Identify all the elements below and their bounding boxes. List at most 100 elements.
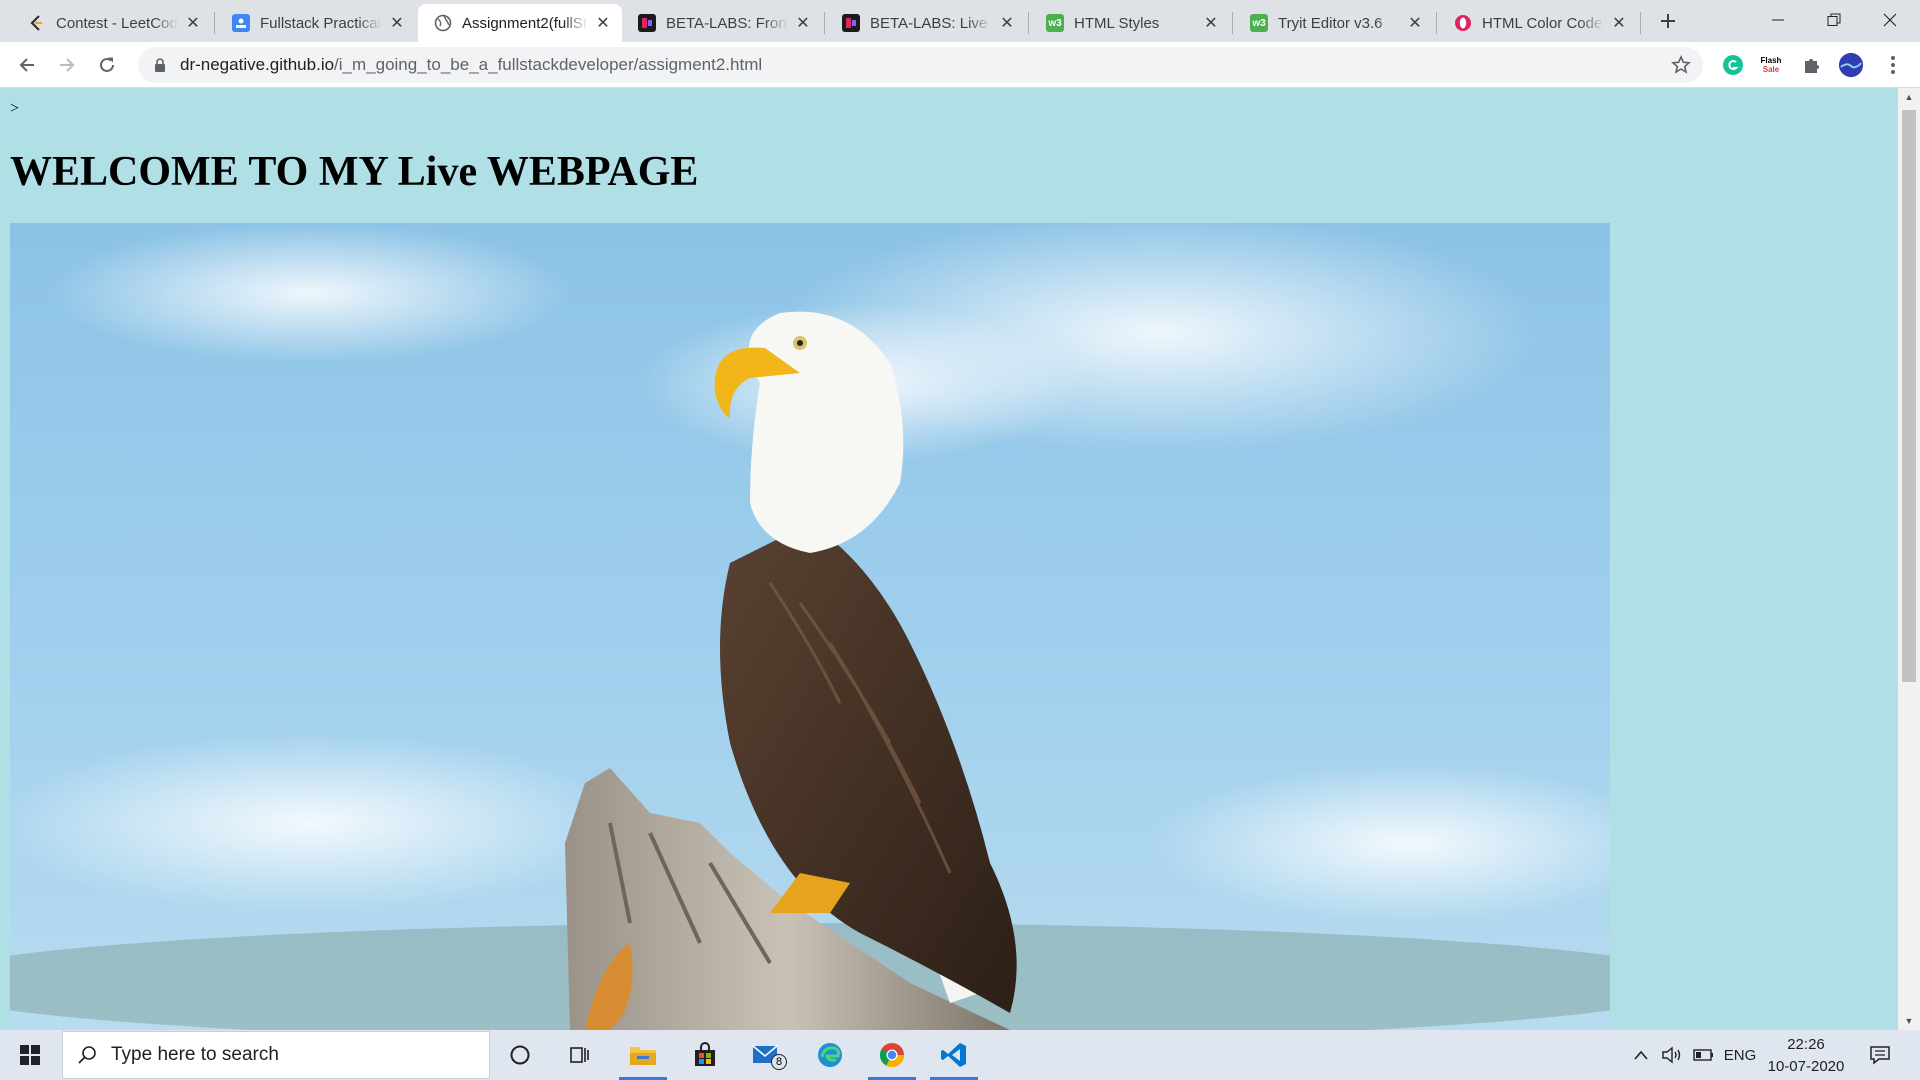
forward-button[interactable]: [51, 49, 83, 81]
reload-button[interactable]: [91, 49, 123, 81]
betalabs-icon: [638, 14, 656, 32]
store-icon: [695, 1042, 715, 1066]
close-icon[interactable]: ✕: [184, 14, 202, 32]
action-center-button[interactable]: [1862, 1030, 1898, 1080]
close-icon[interactable]: ✕: [1202, 14, 1220, 32]
volume-button[interactable]: [1658, 1030, 1686, 1080]
search-icon: [78, 1046, 96, 1064]
speaker-icon: [1662, 1046, 1681, 1064]
w3schools-icon: w3: [1046, 14, 1064, 32]
tab-title: Tryit Editor v3.6: [1278, 14, 1383, 32]
vertical-scrollbar[interactable]: ▲ ▼: [1898, 88, 1920, 1030]
tab-title: Fullstack Practical-: [260, 14, 382, 32]
new-tab-button[interactable]: [1653, 6, 1683, 36]
tab-assignment2[interactable]: Assignment2(fullSt ✕: [418, 4, 622, 42]
tab-title: Contest - LeetCode: [56, 14, 178, 32]
cortana-button[interactable]: [490, 1030, 550, 1080]
tab-title: BETA-LABS: Front-: [666, 14, 788, 32]
back-button[interactable]: [11, 49, 43, 81]
windows-taskbar: Type here to search 8 ENG 22:26 10-07-20…: [0, 1030, 1920, 1080]
close-icon[interactable]: ✕: [998, 14, 1016, 32]
close-icon[interactable]: ✕: [1406, 14, 1424, 32]
scroll-down-icon[interactable]: ▼: [1898, 1012, 1920, 1030]
tab-tryit-editor[interactable]: w3 Tryit Editor v3.6 ✕: [1234, 4, 1434, 42]
bookmark-star-icon[interactable]: [1671, 55, 1691, 75]
scrollbar-thumb[interactable]: [1902, 110, 1916, 682]
profile-avatar[interactable]: [1838, 52, 1864, 78]
close-icon[interactable]: ✕: [594, 14, 612, 32]
chrome-icon: [879, 1043, 904, 1068]
restore-icon: [1827, 13, 1841, 26]
file-explorer-button[interactable]: [613, 1030, 673, 1080]
clock-date: 10-07-2020: [1767, 1058, 1845, 1075]
vscode-icon: [941, 1043, 966, 1067]
language-indicator[interactable]: ENG: [1722, 1030, 1758, 1080]
cortana-icon: [510, 1045, 530, 1065]
restore-button[interactable]: [1806, 0, 1862, 40]
task-view-icon: [570, 1047, 589, 1063]
arrow-right-icon: [60, 58, 75, 72]
flash-sale-icon[interactable]: Flash Sale: [1758, 52, 1784, 78]
close-icon[interactable]: ✕: [1610, 14, 1628, 32]
leetcode-icon: [28, 14, 46, 32]
minimize-button[interactable]: [1750, 0, 1806, 40]
menu-icon[interactable]: [1880, 52, 1906, 78]
puzzle-icon[interactable]: [1799, 52, 1825, 78]
close-icon[interactable]: ✕: [794, 14, 812, 32]
battery-icon: [1693, 1049, 1713, 1061]
edge-icon: [818, 1043, 842, 1067]
scroll-up-icon[interactable]: ▲: [1898, 88, 1920, 106]
notification-icon: [1870, 1046, 1890, 1065]
tab-betalabs-front[interactable]: BETA-LABS: Front- ✕: [622, 4, 822, 42]
microsoft-store-button[interactable]: [675, 1030, 735, 1080]
show-hidden-icons-button[interactable]: [1628, 1030, 1654, 1080]
tab-separator: [214, 12, 215, 34]
tab-separator: [1232, 12, 1233, 34]
arrow-left-icon: [19, 58, 34, 72]
search-placeholder: Type here to search: [111, 1044, 279, 1065]
close-window-button[interactable]: [1862, 0, 1918, 40]
chrome-button[interactable]: [862, 1030, 922, 1080]
url-path: /i_m_going_to_be_a_fullstackdeveloper/as…: [334, 55, 763, 74]
tab-title: HTML Color Codes: [1482, 14, 1604, 32]
reload-icon: [100, 57, 114, 72]
betalabs-icon: [842, 14, 860, 32]
clock-time: 22:26: [1787, 1036, 1825, 1053]
tab-leetcode[interactable]: Contest - LeetCode ✕: [12, 4, 212, 42]
opera-icon: [1454, 14, 1472, 32]
tab-betalabs-live[interactable]: BETA-LABS: Live yo ✕: [826, 4, 1026, 42]
mail-badge: 8: [771, 1054, 787, 1070]
start-button[interactable]: [0, 1030, 60, 1080]
address-bar[interactable]: dr-negative.github.io/i_m_going_to_be_a_…: [138, 47, 1703, 83]
page-viewport: > WELCOME TO MY Live WEBPAGE ▲ ▼: [0, 88, 1920, 1030]
tab-html-styles[interactable]: w3 HTML Styles ✕: [1030, 4, 1230, 42]
battery-button[interactable]: [1690, 1030, 1718, 1080]
tab-separator: [824, 12, 825, 34]
mail-button[interactable]: 8: [737, 1030, 797, 1080]
eagle-image: [10, 223, 1610, 1030]
page-arrow-text: >: [10, 100, 20, 117]
tab-separator: [1640, 12, 1641, 34]
url-text: dr-negative.github.io/i_m_going_to_be_a_…: [180, 55, 762, 75]
taskbar-search-input[interactable]: Type here to search: [62, 1031, 490, 1079]
tab-separator: [1436, 12, 1437, 34]
close-icon[interactable]: ✕: [388, 14, 406, 32]
tab-strip: Contest - LeetCode ✕ Fullstack Practical…: [0, 0, 1920, 42]
windows-logo-icon: [20, 1045, 40, 1065]
w3schools-icon: w3: [1250, 14, 1268, 32]
grammarly-icon[interactable]: [1720, 52, 1746, 78]
vscode-button[interactable]: [924, 1030, 984, 1080]
tab-separator: [1028, 12, 1029, 34]
minimize-icon: [1772, 19, 1784, 21]
clock[interactable]: 22:26 10-07-2020: [1760, 1034, 1852, 1078]
plus-icon: [1661, 14, 1675, 28]
globe-icon: [434, 14, 452, 32]
tab-title: BETA-LABS: Live yo: [870, 14, 992, 32]
tab-fullstack-practical[interactable]: Fullstack Practical- ✕: [216, 4, 416, 42]
edge-button[interactable]: [800, 1030, 860, 1080]
tab-title: HTML Styles: [1074, 14, 1160, 32]
browser-toolbar: dr-negative.github.io/i_m_going_to_be_a_…: [0, 42, 1920, 88]
tab-html-color-codes[interactable]: HTML Color Codes ✕: [1438, 4, 1638, 42]
task-view-button[interactable]: [550, 1030, 610, 1080]
url-host: dr-negative.github.io: [180, 55, 335, 74]
